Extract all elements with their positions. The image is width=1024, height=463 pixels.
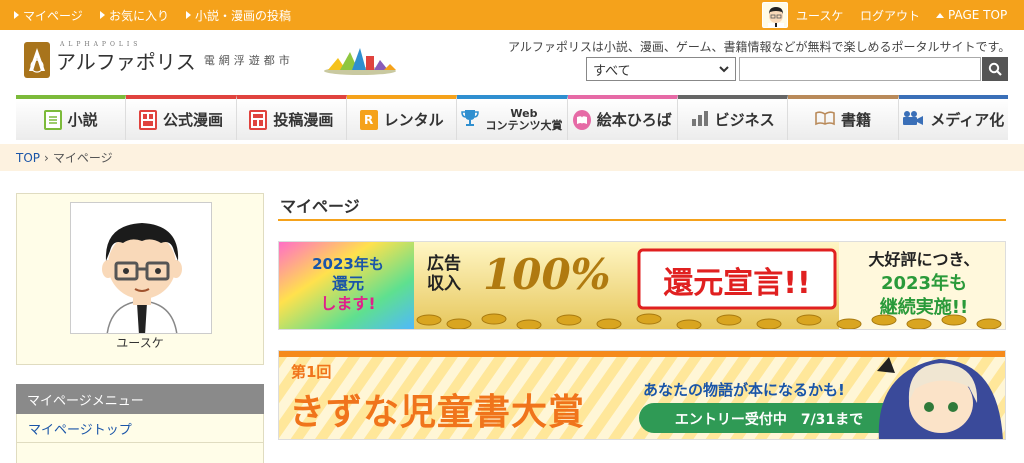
mypage-menu-header: マイページメニュー xyxy=(16,384,264,414)
banner1-mid-small: 広告 収入 xyxy=(427,254,461,294)
banner1-percent: 100% xyxy=(483,250,611,299)
topbar-link-label: お気に入り xyxy=(109,8,170,23)
logout-link[interactable]: ログアウト xyxy=(860,0,920,30)
page-top-label: PAGE TOP xyxy=(948,8,1008,22)
banner1-right-text: 大好評につき、 2023年も 継続実施!! xyxy=(845,248,1003,320)
main-nav: 小説 公式漫画 投稿漫画 R レンタル Web コンテンツ大賞 絵本ひろば ビジネ… xyxy=(16,95,1008,140)
breadcrumb-separator: › xyxy=(44,150,49,165)
logo-text: アルファポリス xyxy=(56,49,196,74)
user-avatar-small[interactable] xyxy=(762,2,788,28)
comic-icon xyxy=(138,109,157,130)
topbar-link-label: 小説・漫画の投稿 xyxy=(195,8,292,23)
logo-subtitle: ALPHAPOLIS xyxy=(60,41,142,48)
nav-item-label: メディア化 xyxy=(930,111,1005,129)
logo-emblem-icon xyxy=(24,42,50,78)
search-button[interactable] xyxy=(982,57,1008,81)
chevron-down-icon xyxy=(719,66,729,73)
banner1-mid-line2: 収入 xyxy=(427,274,461,294)
nav-item-label: Web コンテンツ大賞 xyxy=(485,107,563,132)
banner2-edition: 第1回 xyxy=(291,363,332,381)
banner1-left-line2: 還元 xyxy=(331,274,364,293)
nav-item-label: 公式漫画 xyxy=(162,111,223,129)
triangle-right-icon xyxy=(100,11,105,19)
nav-item-web-contents-award[interactable]: Web コンテンツ大賞 xyxy=(457,95,568,140)
nav-item-label: レンタル xyxy=(383,111,444,129)
nav-item-business[interactable]: ビジネス xyxy=(677,95,789,140)
nav-item-media[interactable]: メディア化 xyxy=(898,95,1008,140)
nav-item-label: 投稿漫画 xyxy=(273,111,334,129)
page-title: マイページ xyxy=(278,193,1006,221)
rental-icon: R xyxy=(359,109,378,130)
banner1-mid-line1: 広告 xyxy=(427,254,461,274)
banner1-left-text: 2023年も 還元 します! xyxy=(289,254,407,314)
nav-item-label-line2: コンテンツ大賞 xyxy=(485,118,563,132)
breadcrumb-current: マイページ xyxy=(52,151,113,165)
city-illustration-icon xyxy=(322,44,398,80)
nav-item-official-comic[interactable]: 公式漫画 xyxy=(126,95,237,140)
topbar-link-post[interactable]: 小説・漫画の投稿 xyxy=(186,0,291,30)
logo-tagline: 電網浮遊都市 xyxy=(203,54,294,67)
banner2-entry-period: エントリー受付中 7/31まで xyxy=(674,412,864,428)
topbar-link-favorites[interactable]: お気に入り xyxy=(100,0,169,30)
banner1-left-line3: します! xyxy=(320,294,376,313)
chart-icon xyxy=(691,109,709,131)
page-top-link[interactable]: PAGE TOP xyxy=(936,0,1007,30)
banner1-headline: 還元宣言!! xyxy=(663,266,811,301)
site-logo[interactable]: ALPHAPOLIS アルファポリス 電網浮遊都市 xyxy=(24,41,294,78)
triangle-up-icon xyxy=(936,12,944,18)
topbar-link-label: マイページ xyxy=(23,8,83,23)
triangle-right-icon xyxy=(186,11,191,19)
open-book-icon xyxy=(815,110,835,130)
banner2-subtitle: あなたの物語が本になるかも! xyxy=(643,381,845,399)
ad-revenue-banner[interactable]: 2023年も 還元 します! 広告 収入 100% 還元宣言!! 大好評につき、… xyxy=(278,241,1006,330)
banner1-left-line1: 2023年も xyxy=(312,255,384,273)
breadcrumb-home-link[interactable]: TOP xyxy=(16,151,40,165)
search-category-value: すべて xyxy=(593,63,631,79)
trophy-icon xyxy=(461,108,480,132)
nav-item-label: ビジネス xyxy=(714,111,775,129)
search-category-select[interactable]: すべて xyxy=(586,57,736,81)
user-name: ユースケ xyxy=(796,8,844,23)
banner1-right-line2: 2023年も xyxy=(880,273,968,294)
nav-item-posted-comic[interactable]: 投稿漫画 xyxy=(236,95,347,140)
profile-card: ユースケ xyxy=(16,193,264,365)
nav-item-label: 絵本ひろば xyxy=(596,111,672,129)
breadcrumb: TOP › マイページ xyxy=(0,144,1024,171)
banner1-right-line3: 継続実施!! xyxy=(879,297,969,318)
nav-item-label: 書籍 xyxy=(840,111,871,129)
nav-item-books[interactable]: 書籍 xyxy=(788,95,899,140)
search-icon xyxy=(988,62,1002,76)
profile-name: ユースケ xyxy=(116,336,164,350)
banner1-right-line1: 大好評につき、 xyxy=(868,250,980,269)
picture-book-icon xyxy=(572,109,591,130)
topbar-link-mypage[interactable]: マイページ xyxy=(14,0,83,30)
nav-item-picture-book[interactable]: 絵本ひろば xyxy=(567,95,678,140)
triangle-right-icon xyxy=(14,11,19,19)
search-input[interactable] xyxy=(739,57,981,81)
nav-item-novel[interactable]: 小説 xyxy=(16,95,127,140)
kizuna-award-banner[interactable]: 第1回 きずな児童書大賞 あなたの物語が本になるかも! エントリー受付中 7/3… xyxy=(278,350,1006,440)
sidebar-item-next[interactable] xyxy=(16,443,264,463)
profile-avatar[interactable] xyxy=(70,202,212,334)
book-icon xyxy=(43,109,62,130)
user-name-link[interactable]: ユースケ xyxy=(796,0,843,30)
logout-label: ログアウト xyxy=(860,8,921,23)
sidebar-item-mypage-top[interactable]: マイページトップ xyxy=(16,414,264,443)
nav-item-rental[interactable]: R レンタル xyxy=(346,95,458,140)
top-bar: マイページ お気に入り 小説・漫画の投稿 ユースケ ログアウト PAGE TOP xyxy=(0,0,1024,30)
nav-item-label: 小説 xyxy=(67,111,98,129)
comic-post-icon xyxy=(249,109,268,130)
site-tagline: アルファポリスは小説、漫画、ゲーム、書籍情報などが無料で楽しめるポータルサイトで… xyxy=(508,40,1011,54)
banner2-title: きずな児童書大賞 xyxy=(289,392,586,433)
camera-icon xyxy=(902,110,924,130)
